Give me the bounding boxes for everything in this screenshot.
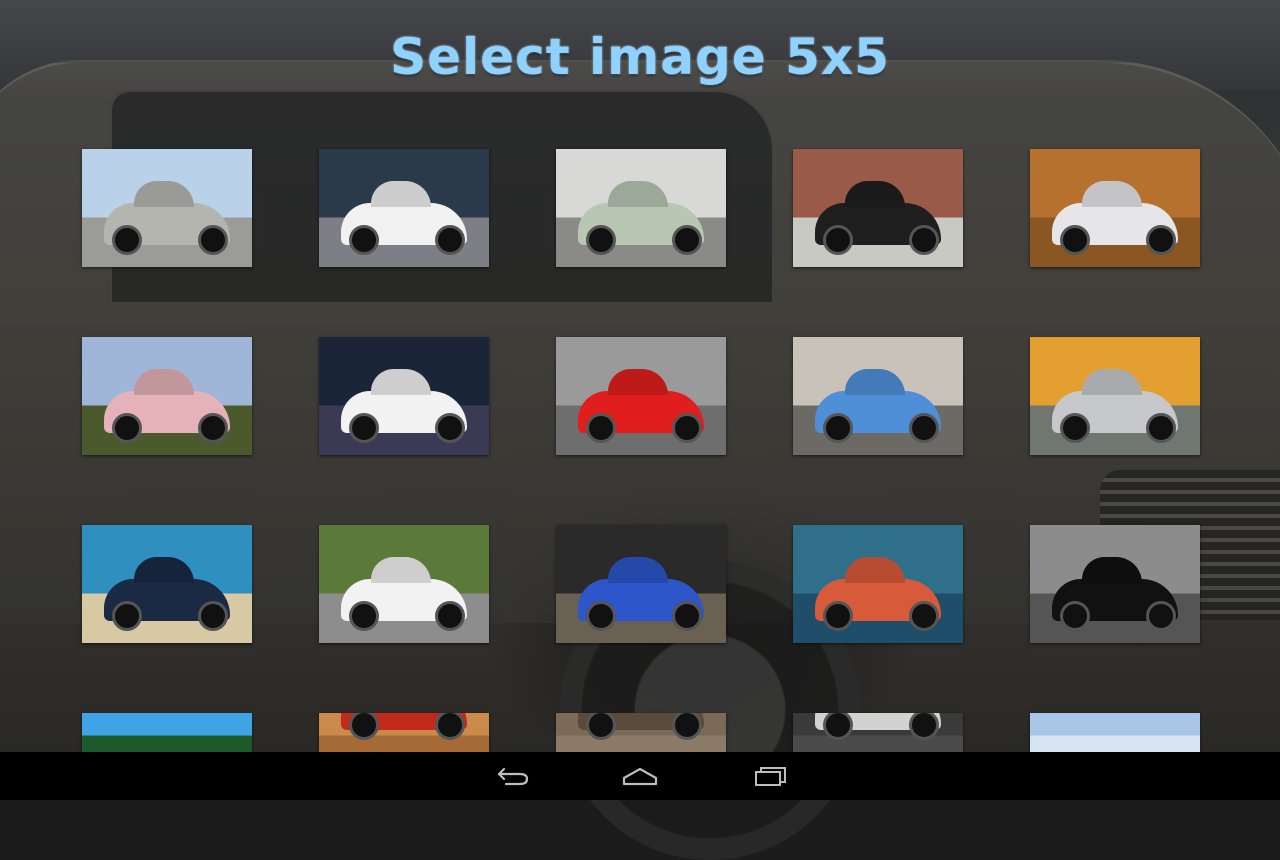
- wheel-shape: [435, 225, 465, 255]
- recents-button[interactable]: [745, 762, 795, 790]
- image-thumbnail-cloudy-sky[interactable]: [1030, 713, 1200, 752]
- wheel-shape: [349, 225, 379, 255]
- image-thumbnail-nascar-39[interactable]: [1030, 525, 1200, 643]
- wheel-shape: [672, 713, 702, 740]
- wheel-shape: [586, 601, 616, 631]
- wheel-shape: [586, 713, 616, 740]
- image-thumbnail-white-corvette-rear[interactable]: [319, 149, 489, 267]
- wheel-shape: [198, 225, 228, 255]
- wheel-shape: [672, 601, 702, 631]
- image-thumbnail-blue-bmw-street[interactable]: [793, 337, 963, 455]
- wheel-shape: [909, 713, 939, 740]
- wheel-shape: [349, 713, 379, 740]
- wheel-shape: [1060, 601, 1090, 631]
- wheel-shape: [435, 601, 465, 631]
- wheel-shape: [198, 601, 228, 631]
- home-icon: [622, 767, 658, 786]
- back-button[interactable]: [488, 762, 538, 790]
- wheel-shape: [672, 225, 702, 255]
- image-thumbnail-rally-car-dust[interactable]: [1030, 149, 1200, 267]
- wheel-shape: [823, 413, 853, 443]
- wheel-shape: [349, 413, 379, 443]
- wheel-shape: [1146, 601, 1176, 631]
- image-thumbnail-red-car-desert[interactable]: [319, 713, 489, 752]
- wheel-shape: [672, 413, 702, 443]
- wheel-shape: [1060, 413, 1090, 443]
- image-thumbnail-pale-green-trabant[interactable]: [556, 149, 726, 267]
- wheel-shape: [909, 601, 939, 631]
- wheel-shape: [435, 713, 465, 740]
- image-thumbnail-green-twizy[interactable]: [319, 525, 489, 643]
- wheel-shape: [909, 225, 939, 255]
- wheel-shape: [435, 413, 465, 443]
- image-thumbnail-black-vintage-porsche[interactable]: [793, 149, 963, 267]
- back-icon: [497, 767, 529, 786]
- image-thumbnail-silver-sports-coupe[interactable]: [82, 149, 252, 267]
- wheel-shape: [586, 225, 616, 255]
- wheel-shape: [1146, 225, 1176, 255]
- wheel-shape: [823, 225, 853, 255]
- wheel-shape: [112, 601, 142, 631]
- image-thumbnail-palm-trees[interactable]: [82, 713, 252, 752]
- wheel-shape: [112, 225, 142, 255]
- image-thumbnail-blue-fiat-500-beach[interactable]: [82, 525, 252, 643]
- wheel-shape: [823, 713, 853, 740]
- system-nav-bar: [0, 752, 1280, 800]
- image-thumbnail-red-ferrari-street[interactable]: [556, 337, 726, 455]
- wheel-shape: [586, 413, 616, 443]
- image-thumbnail-old-building-street[interactable]: [556, 713, 726, 752]
- page-title: Select image 5x5: [390, 28, 890, 86]
- recents-icon: [755, 767, 786, 786]
- image-thumbnail-silver-audi-r8-sunset[interactable]: [1030, 337, 1200, 455]
- image-thumbnail-pink-classic-sedan[interactable]: [82, 337, 252, 455]
- wheel-shape: [823, 601, 853, 631]
- image-thumbnail-blue-subaru-rally[interactable]: [556, 525, 726, 643]
- image-thumbnail-white-mercedes-amg[interactable]: [319, 337, 489, 455]
- wheel-shape: [1060, 225, 1090, 255]
- wheel-shape: [349, 601, 379, 631]
- wheel-shape: [112, 413, 142, 443]
- image-thumbnail-classic-chevy-front[interactable]: [793, 525, 963, 643]
- image-thumbnail-alley-car[interactable]: [793, 713, 963, 752]
- home-button[interactable]: [615, 762, 665, 790]
- wheel-shape: [909, 413, 939, 443]
- wheel-shape: [198, 413, 228, 443]
- wheel-shape: [1146, 413, 1176, 443]
